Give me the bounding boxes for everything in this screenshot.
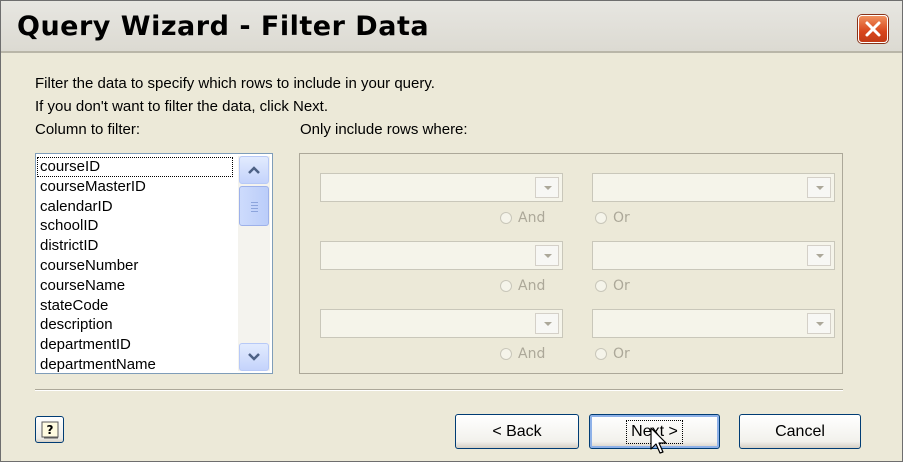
close-button[interactable] bbox=[858, 15, 888, 43]
and-label: And bbox=[518, 210, 546, 226]
dropdown-arrow-button[interactable] bbox=[807, 245, 831, 266]
help-question-mark: ? bbox=[47, 423, 54, 437]
column-list-item[interactable]: courseName bbox=[40, 276, 236, 296]
or-label: Or bbox=[613, 278, 630, 294]
column-list-scrollbar[interactable] bbox=[238, 156, 270, 371]
condition-2-or-radio[interactable]: Or bbox=[595, 278, 630, 294]
help-icon: ? bbox=[41, 421, 59, 439]
column-list-item[interactable]: courseMasterID bbox=[40, 177, 236, 197]
and-label: And bbox=[518, 278, 546, 294]
or-label: Or bbox=[613, 346, 630, 362]
column-list-item[interactable]: districtID bbox=[40, 236, 236, 256]
chevron-down-icon bbox=[544, 322, 552, 326]
radio-circle-icon bbox=[595, 212, 607, 224]
radio-circle-icon bbox=[500, 212, 512, 224]
chevron-up-icon bbox=[248, 166, 260, 174]
column-to-filter-label: Column to filter: bbox=[35, 121, 141, 138]
column-list-items: courseID courseMasterID calendarID schoolID… bbox=[37, 157, 236, 375]
column-list[interactable]: courseID courseMasterID calendarID schoolID… bbox=[35, 153, 273, 374]
scroll-down-button[interactable] bbox=[239, 343, 269, 371]
condition-2-and-radio[interactable]: And bbox=[500, 278, 545, 294]
condition-1-value-combo[interactable] bbox=[592, 173, 835, 202]
dropdown-arrow-button[interactable] bbox=[807, 177, 831, 198]
column-list-item[interactable]: schoolID bbox=[40, 216, 236, 236]
chevron-down-icon bbox=[248, 353, 260, 361]
column-list-item[interactable]: calendarID bbox=[40, 197, 236, 217]
intro-text-line-2: If you don't want to filter the data, cl… bbox=[35, 98, 329, 115]
cancel-button-label: Cancel bbox=[775, 423, 825, 440]
radio-circle-icon bbox=[595, 348, 607, 360]
mouse-pointer-icon bbox=[650, 427, 667, 454]
condition-3-value-combo[interactable] bbox=[592, 309, 835, 338]
help-button[interactable]: ? bbox=[35, 416, 64, 443]
condition-2-operator-combo[interactable] bbox=[320, 241, 563, 270]
radio-circle-icon bbox=[500, 348, 512, 360]
cancel-button[interactable]: Cancel bbox=[739, 414, 861, 449]
separator-line bbox=[35, 389, 843, 391]
query-wizard-dialog: Query Wizard - Filter Data Filter the da… bbox=[0, 0, 903, 462]
chevron-down-icon bbox=[544, 186, 552, 190]
radio-circle-icon bbox=[595, 280, 607, 292]
column-list-item[interactable]: departmentID bbox=[40, 335, 236, 355]
dropdown-arrow-button[interactable] bbox=[535, 313, 559, 334]
chevron-down-icon bbox=[816, 322, 824, 326]
condition-1-operator-combo[interactable] bbox=[320, 173, 563, 202]
dropdown-arrow-button[interactable] bbox=[535, 245, 559, 266]
filter-conditions-panel: And Or And Or And Or bbox=[299, 153, 843, 374]
chevron-down-icon bbox=[816, 254, 824, 258]
column-list-item[interactable]: courseNumber bbox=[40, 256, 236, 276]
condition-3-and-radio[interactable]: And bbox=[500, 346, 545, 362]
and-label: And bbox=[518, 346, 546, 362]
condition-1-or-radio[interactable]: Or bbox=[595, 210, 630, 226]
condition-3-operator-combo[interactable] bbox=[320, 309, 563, 338]
back-button[interactable]: < Back bbox=[455, 414, 579, 449]
column-list-item[interactable]: stateCode bbox=[40, 296, 236, 316]
scroll-up-button[interactable] bbox=[239, 156, 269, 184]
chevron-down-icon bbox=[816, 186, 824, 190]
radio-circle-icon bbox=[500, 280, 512, 292]
column-list-item[interactable]: description bbox=[40, 315, 236, 335]
chevron-down-icon bbox=[544, 254, 552, 258]
intro-text-line-1: Filter the data to specify which rows to… bbox=[35, 75, 435, 92]
condition-1-and-radio[interactable]: And bbox=[500, 210, 545, 226]
column-list-item[interactable]: courseID bbox=[37, 157, 233, 177]
or-label: Or bbox=[613, 210, 630, 226]
dropdown-arrow-button[interactable] bbox=[807, 313, 831, 334]
close-icon bbox=[865, 21, 881, 37]
title-bar[interactable]: Query Wizard - Filter Data bbox=[1, 1, 902, 53]
column-list-item[interactable]: departmentName bbox=[40, 355, 236, 375]
back-button-label: < Back bbox=[492, 423, 542, 440]
scroll-thumb[interactable] bbox=[239, 186, 269, 226]
condition-2-value-combo[interactable] bbox=[592, 241, 835, 270]
only-include-rows-label: Only include rows where: bbox=[300, 121, 468, 138]
window-title: Query Wizard - Filter Data bbox=[17, 11, 430, 42]
condition-3-or-radio[interactable]: Or bbox=[595, 346, 630, 362]
dropdown-arrow-button[interactable] bbox=[535, 177, 559, 198]
